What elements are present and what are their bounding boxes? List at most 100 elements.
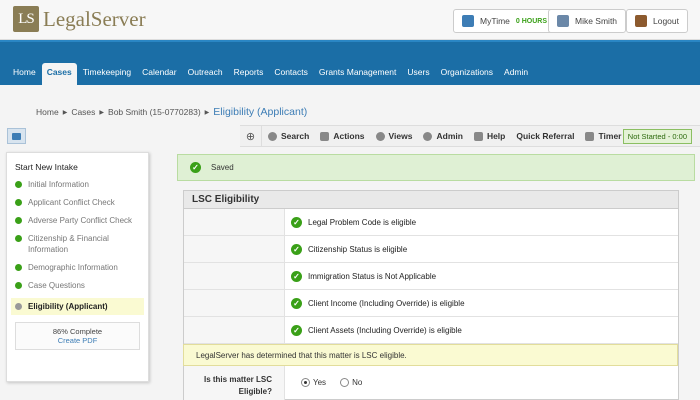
toolbar-timer[interactable]: Timer xyxy=(585,131,621,141)
breadcrumb-cases[interactable]: Cases xyxy=(71,107,95,117)
nav-admin[interactable]: Admin xyxy=(499,63,533,87)
radio-yes[interactable]: Yes xyxy=(301,378,326,387)
add-icon[interactable]: ⊕ xyxy=(240,125,262,147)
check-icon xyxy=(15,235,22,242)
toolbar-actions-label: Actions xyxy=(333,131,365,141)
nav-users[interactable]: Users xyxy=(402,63,434,87)
lsc-eligibility-panel: LSC Eligibility ✓ Legal Problem Code is … xyxy=(183,190,679,400)
toolbar-timer-label: Timer xyxy=(598,131,622,141)
radio-yes-label: Yes xyxy=(313,378,327,387)
check-icon xyxy=(15,282,22,289)
timer-status[interactable]: Not Started - 0:00 xyxy=(622,129,692,144)
check-circle-icon: ✓ xyxy=(190,162,201,173)
toolbar-admin[interactable]: Admin xyxy=(423,131,463,141)
eye-icon xyxy=(375,131,385,141)
radio-no-label: No xyxy=(352,378,363,387)
breadcrumb-arrow-icon: ▶ xyxy=(99,109,105,116)
case-toolbar: ⊕ Search Actions Views Admin Help Quick … xyxy=(240,125,700,147)
sidebar-step-label: Applicant Conflict Check xyxy=(28,198,115,207)
row-label-cell xyxy=(184,209,285,235)
logo-mark: LS xyxy=(13,6,39,32)
question-label: Is this matter LSC Eligible? xyxy=(184,366,285,400)
legalserver-logo[interactable]: LS LegalServer xyxy=(13,6,146,32)
sidebar-step-case-questions[interactable]: Case Questions xyxy=(15,280,140,291)
nav-home[interactable]: Home xyxy=(8,63,41,87)
nav-outreach[interactable]: Outreach xyxy=(183,63,228,87)
row-label-cell xyxy=(184,263,285,289)
check-circle-icon: ✓ xyxy=(291,297,302,309)
check-circle-icon: ✓ xyxy=(291,324,302,336)
nav-reports[interactable]: Reports xyxy=(229,63,269,87)
check-circle-icon: ✓ xyxy=(291,216,302,228)
eligibility-row: ✓ Client Income (Including Override) is … xyxy=(184,290,678,317)
sidebar-step-applicant-conflict-check[interactable]: Applicant Conflict Check xyxy=(15,197,140,208)
sidebar-toggle[interactable] xyxy=(7,128,26,144)
nav-organizations[interactable]: Organizations xyxy=(436,63,498,87)
create-pdf-link[interactable]: Create PDF xyxy=(20,336,135,345)
mytime-label: MyTime xyxy=(480,16,510,26)
row-label-cell xyxy=(184,290,285,316)
nav-contacts[interactable]: Contacts xyxy=(269,63,313,87)
nav-calendar[interactable]: Calendar xyxy=(137,63,182,87)
check-circle-icon: ✓ xyxy=(291,270,302,282)
row-value-cell: ✓ Immigration Status is Not Applicable xyxy=(285,263,678,289)
sidebar-step-label: Citizenship & Financial Information xyxy=(28,234,109,254)
top-header: LS LegalServer MyTime 0 HOURS Mike Smith… xyxy=(0,0,700,40)
panel-title: LSC Eligibility xyxy=(184,191,678,209)
sidebar-step-adverse-party-conflict-check[interactable]: Adverse Party Conflict Check xyxy=(15,215,140,226)
nav-timekeeping[interactable]: Timekeeping xyxy=(78,63,136,87)
sidebar-step-label: Eligibility (Applicant) xyxy=(28,302,108,311)
toolbar-search[interactable]: Search xyxy=(268,131,309,141)
sidebar-step-label: Case Questions xyxy=(28,281,85,290)
eligibility-row: ✓ Citizenship Status is eligible xyxy=(184,236,678,263)
toolbar-views[interactable]: Views xyxy=(375,131,412,141)
progress-box: 86% Complete Create PDF xyxy=(15,322,140,350)
toolbar-help[interactable]: Help xyxy=(473,131,506,141)
lsc-eligible-question: Is this matter LSC Eligible? Yes No xyxy=(184,366,678,400)
check-icon xyxy=(15,181,22,188)
eligibility-notice: LegalServer has determined that this mat… xyxy=(183,344,678,366)
sidebar-step-citizenship-financial[interactable]: Citizenship & Financial Information xyxy=(15,233,140,255)
radio-selected-icon xyxy=(301,378,310,387)
toolbar-help-label: Help xyxy=(486,131,506,141)
main-nav: Home Cases Timekeeping Calendar Outreach… xyxy=(0,40,700,87)
eligibility-check-text: Client Assets (Including Override) is el… xyxy=(308,325,462,335)
clock-icon xyxy=(462,15,474,27)
mytime-button[interactable]: MyTime 0 HOURS xyxy=(453,9,557,33)
breadcrumb-home[interactable]: Home xyxy=(36,107,59,117)
logout-label: Logout xyxy=(653,16,679,26)
eligibility-row: ✓ Legal Problem Code is eligible xyxy=(184,209,678,236)
row-value-cell: ✓ Client Assets (Including Override) is … xyxy=(285,317,678,343)
intake-sidebar: Start New Intake Initial Information App… xyxy=(6,152,149,382)
timer-icon xyxy=(585,131,595,141)
row-label-cell xyxy=(184,317,285,343)
breadcrumb-arrow-icon: ▶ xyxy=(62,109,68,116)
user-profile-button[interactable]: Mike Smith xyxy=(548,9,627,33)
toolbar-quick-referral[interactable]: Quick Referral xyxy=(516,131,574,141)
breadcrumb: Home ▶ Cases ▶ Bob Smith (15-0770283) ▶ … xyxy=(36,106,307,118)
sidebar-toggle-icon xyxy=(12,132,21,140)
radio-no[interactable]: No xyxy=(340,378,362,387)
sidebar-step-eligibility-applicant[interactable]: Eligibility (Applicant) xyxy=(11,298,144,315)
door-icon xyxy=(635,15,647,27)
user-name: Mike Smith xyxy=(575,16,618,26)
sidebar-step-initial-information[interactable]: Initial Information xyxy=(15,179,140,190)
logout-button[interactable]: Logout xyxy=(626,9,688,33)
toolbar-search-label: Search xyxy=(281,131,310,141)
toolbar-actions[interactable]: Actions xyxy=(320,131,365,141)
nav-grants-management[interactable]: Grants Management xyxy=(314,63,401,87)
progress-text: 86% Complete xyxy=(52,327,103,336)
sidebar-title: Start New Intake xyxy=(15,162,78,172)
breadcrumb-case[interactable]: Bob Smith (15-0770283) xyxy=(108,107,201,117)
actions-icon xyxy=(320,131,330,141)
nav-cases[interactable]: Cases xyxy=(41,63,77,87)
saved-message: Saved xyxy=(211,163,234,172)
eligibility-row: ✓ Client Assets (Including Override) is … xyxy=(184,317,678,344)
sidebar-step-demographic-information[interactable]: Demographic Information xyxy=(15,262,140,273)
pending-icon xyxy=(15,303,22,310)
search-icon xyxy=(268,131,277,141)
sidebar-step-label: Adverse Party Conflict Check xyxy=(28,216,133,225)
toolbar-quick-referral-label: Quick Referral xyxy=(516,131,575,141)
admin-icon xyxy=(423,131,433,141)
row-label-cell xyxy=(184,236,285,262)
